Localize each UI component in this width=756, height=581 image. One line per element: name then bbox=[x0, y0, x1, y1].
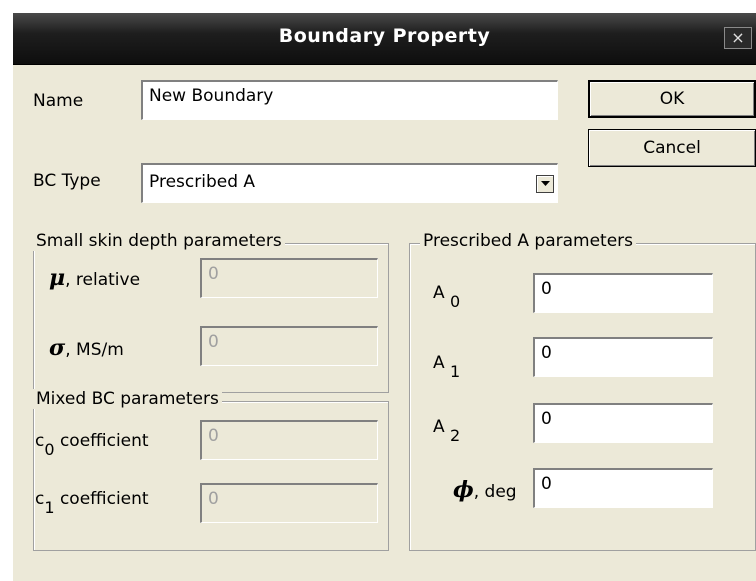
phi-field[interactable]: 0 bbox=[533, 468, 713, 508]
bc-type-value: Prescribed A bbox=[149, 172, 256, 192]
c1-label: c1 coefficient bbox=[35, 489, 149, 517]
a1-field[interactable]: 0 bbox=[533, 337, 713, 377]
sigma-label-text: , MS/m bbox=[65, 340, 124, 360]
phi-label: ϕ, deg bbox=[453, 477, 517, 503]
c0-field[interactable]: 0 bbox=[200, 420, 378, 460]
sigma-label: σ, MS/m bbox=[49, 335, 124, 361]
c1-label-text: coefficient bbox=[59, 489, 149, 509]
mu-field[interactable]: 0 bbox=[200, 258, 378, 298]
c1-base: c bbox=[35, 489, 45, 509]
a2-label: A 2 bbox=[433, 417, 460, 445]
ok-button[interactable]: OK bbox=[588, 80, 756, 118]
cancel-button[interactable]: Cancel bbox=[588, 129, 756, 167]
title-bar[interactable]: Boundary Property × bbox=[13, 13, 756, 65]
a2-base: A bbox=[433, 417, 445, 437]
sigma-symbol: σ bbox=[49, 335, 66, 361]
c0-subscript: 0 bbox=[44, 440, 55, 459]
a1-label: A 1 bbox=[433, 353, 460, 381]
a0-subscript: 0 bbox=[450, 292, 461, 311]
skin-depth-group-title: Small skin depth parameters bbox=[33, 231, 285, 251]
mu-label-text: , relative bbox=[65, 270, 141, 290]
c0-base: c bbox=[35, 431, 45, 451]
close-icon[interactable]: × bbox=[724, 27, 752, 49]
phi-label-text: , deg bbox=[473, 482, 517, 502]
a0-label: A 0 bbox=[433, 283, 460, 311]
mu-label: μ, relative bbox=[49, 265, 140, 291]
a1-subscript: 1 bbox=[450, 362, 461, 381]
mu-symbol: μ bbox=[49, 265, 66, 291]
phi-symbol: ϕ bbox=[453, 477, 474, 503]
a2-field[interactable]: 0 bbox=[533, 403, 713, 443]
name-label: Name bbox=[33, 91, 84, 111]
name-field[interactable]: New Boundary bbox=[141, 80, 558, 120]
boundary-property-dialog: Boundary Property × Name New Boundary OK… bbox=[13, 13, 756, 581]
a0-base: A bbox=[433, 283, 445, 303]
c1-subscript: 1 bbox=[44, 498, 55, 517]
dialog-title: Boundary Property bbox=[278, 25, 491, 47]
chevron-down-icon[interactable] bbox=[536, 175, 554, 193]
prescribed-a-group-title: Prescribed A parameters bbox=[420, 231, 637, 251]
c0-label-text: coefficient bbox=[59, 431, 149, 451]
c0-label: c0 coefficient bbox=[35, 431, 149, 459]
bc-type-select[interactable]: Prescribed A bbox=[141, 163, 558, 203]
a2-subscript: 2 bbox=[450, 426, 461, 445]
sigma-field[interactable]: 0 bbox=[200, 326, 378, 366]
mixed-bc-group-title: Mixed BC parameters bbox=[33, 389, 222, 409]
c1-field[interactable]: 0 bbox=[200, 483, 378, 523]
a1-base: A bbox=[433, 353, 445, 373]
a0-field[interactable]: 0 bbox=[533, 273, 713, 313]
bc-type-label: BC Type bbox=[33, 171, 101, 191]
